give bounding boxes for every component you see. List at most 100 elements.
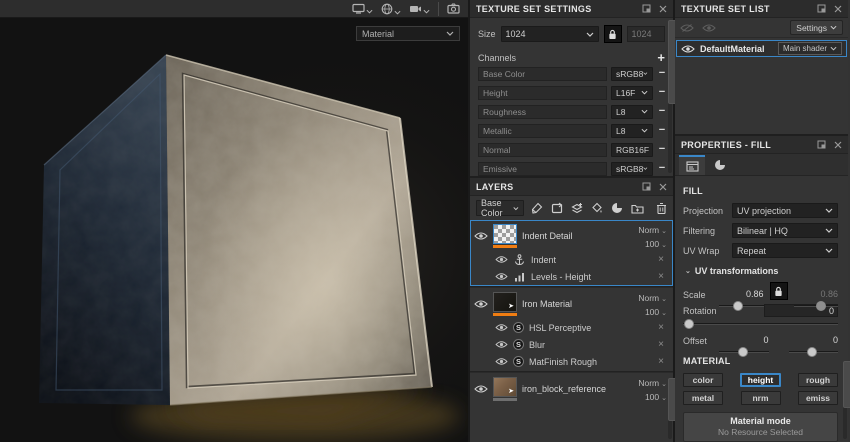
visibility-eye-icon[interactable] (495, 340, 508, 349)
add-channel-button[interactable]: + (657, 51, 665, 64)
layer-group-iron-material[interactable]: ➤ Iron Material Norm⌄ 100⌄ S HSL Percept… (470, 288, 673, 371)
layer-row[interactable]: ➤ iron_block_reference Norm⌄ 100⌄ (471, 374, 672, 404)
channel-format-select[interactable]: L16F (611, 86, 653, 100)
display-settings-button[interactable] (352, 3, 373, 14)
show-all-eye-icon[interactable] (680, 23, 694, 33)
layer-channel-filter-select[interactable]: Base Color (476, 200, 524, 216)
solo-eye-icon[interactable] (702, 23, 716, 33)
channel-toggle-color[interactable]: color (683, 373, 723, 387)
layer-iron-block-reference[interactable]: ➤ iron_block_reference Norm⌄ 100⌄ (470, 373, 673, 405)
visibility-eye-icon[interactable] (495, 255, 508, 264)
undock-button[interactable] (642, 4, 651, 13)
layer-row[interactable]: ➤ Iron Material Norm⌄ 100⌄ (471, 289, 672, 319)
effect-row[interactable]: S HSL Perceptive × (471, 319, 672, 336)
channel-format-select[interactable]: RGB16F (611, 143, 653, 157)
layer-thumbnail-mask[interactable] (493, 224, 517, 244)
viewport-display-mode-select[interactable]: Material (356, 26, 460, 41)
visibility-eye-icon[interactable] (474, 231, 488, 241)
scrollbar[interactable] (668, 378, 672, 439)
channel-toggle-nrm[interactable]: nrm (741, 391, 781, 405)
remove-effect-button[interactable]: × (658, 254, 664, 265)
channel-format-select[interactable]: sRGB8 (611, 162, 653, 176)
channel-format-select[interactable]: sRGB8 (611, 67, 653, 81)
remove-channel-button[interactable]: − (657, 106, 667, 117)
remove-channel-button[interactable]: − (657, 125, 667, 136)
channel-format-select[interactable]: L8 (611, 105, 653, 119)
tab-fill-properties[interactable] (679, 155, 705, 175)
remove-effect-button[interactable]: × (658, 339, 664, 350)
undock-button[interactable] (817, 140, 826, 149)
shader-select-button[interactable]: Main shader (778, 42, 842, 55)
fill-properties-icon (686, 161, 699, 172)
close-panel-button[interactable] (834, 141, 842, 149)
blend-mode-select[interactable]: Norm⌄ (638, 293, 667, 303)
viewport-3d[interactable]: Material (0, 0, 470, 442)
effect-row[interactable]: S Blur × (471, 336, 672, 353)
chevron-down-icon (586, 32, 594, 37)
size-height-field[interactable]: 1024 (627, 26, 665, 42)
texture-set-settings-button[interactable]: Settings (790, 20, 843, 35)
channel-toggle-emiss[interactable]: emiss (798, 391, 838, 405)
channel-toggle-height[interactable]: height (740, 373, 782, 387)
visibility-eye-icon[interactable] (474, 384, 488, 394)
remove-channel-button[interactable]: − (657, 144, 667, 155)
projection-select[interactable]: UV projection (732, 203, 838, 218)
close-panel-button[interactable] (659, 183, 667, 191)
viewport-canvas[interactable]: Material (0, 18, 468, 442)
effect-row[interactable]: S MatFinish Rough × (471, 353, 672, 370)
effect-name: Blur (529, 340, 653, 350)
size-lock-button[interactable] (604, 25, 622, 43)
layer-thumbnail[interactable]: ➤ (493, 377, 517, 397)
visibility-eye-icon[interactable] (495, 357, 508, 366)
close-panel-button[interactable] (659, 5, 667, 13)
camera-settings-button[interactable] (409, 4, 430, 14)
add-paint-layer-icon[interactable] (531, 202, 543, 214)
remove-effect-button[interactable]: × (658, 322, 664, 333)
filtering-select[interactable]: Bilinear | HQ (732, 223, 838, 238)
visibility-eye-icon[interactable] (495, 323, 508, 332)
scrollbar[interactable] (843, 361, 847, 439)
effect-row[interactable]: Indent × (471, 251, 672, 268)
delete-layer-icon[interactable] (656, 202, 667, 214)
channel-toggle-rough[interactable]: rough (798, 373, 838, 387)
undock-button[interactable] (817, 4, 826, 13)
effect-row[interactable]: Levels - Height × (471, 268, 672, 285)
channel-format-select[interactable]: L8 (611, 124, 653, 138)
channel-toggle-metal[interactable]: metal (683, 391, 723, 405)
blend-mode-select[interactable]: Norm⌄ (638, 378, 667, 388)
remove-effect-button[interactable]: × (658, 271, 664, 282)
screenshot-button[interactable] (447, 3, 460, 14)
remove-channel-button[interactable]: − (657, 68, 667, 79)
texture-set-row-selected[interactable]: DefaultMaterial Main shader (676, 40, 847, 57)
layer-group-indent-detail[interactable]: Indent Detail Norm⌄ 100⌄ Indent × (470, 220, 673, 286)
opacity-select[interactable]: 100⌄ (645, 307, 667, 317)
undock-button[interactable] (642, 182, 651, 191)
material-mode-button[interactable]: Material mode No Resource Selected (683, 412, 838, 442)
add-group-icon[interactable] (631, 203, 644, 214)
rotation-slider[interactable] (683, 318, 838, 330)
add-effect-icon[interactable] (591, 202, 603, 214)
size-select[interactable]: 1024 (501, 26, 599, 42)
opacity-select[interactable]: 100⌄ (645, 239, 667, 249)
opacity-select[interactable]: 100⌄ (645, 392, 667, 402)
close-panel-button[interactable] (834, 5, 842, 13)
add-fill-layer-icon[interactable] (551, 202, 563, 214)
visibility-eye-icon[interactable] (495, 272, 508, 281)
uv-transformations-toggle[interactable]: ⌄ UV transformations (685, 266, 838, 276)
visibility-eye-icon[interactable] (474, 299, 488, 309)
uv-wrap-select[interactable]: Repeat (732, 243, 838, 258)
visibility-eye-icon[interactable] (681, 44, 695, 54)
scrollbar[interactable] (668, 20, 672, 173)
layer-thumbnail[interactable]: ➤ (493, 292, 517, 312)
remove-channel-button[interactable]: − (657, 87, 667, 98)
scale-link-lock-button[interactable] (770, 282, 788, 300)
tab-material-preview[interactable] (707, 155, 733, 175)
environment-button[interactable] (381, 3, 401, 15)
remove-effect-button[interactable]: × (658, 356, 664, 367)
remove-channel-button[interactable]: − (657, 163, 667, 174)
blend-mode-select[interactable]: Norm⌄ (638, 225, 667, 235)
layer-row[interactable]: Indent Detail Norm⌄ 100⌄ (471, 221, 672, 251)
layer-channel-bar (493, 313, 517, 316)
add-smart-material-icon[interactable] (571, 202, 583, 214)
add-mask-icon[interactable] (611, 202, 623, 214)
